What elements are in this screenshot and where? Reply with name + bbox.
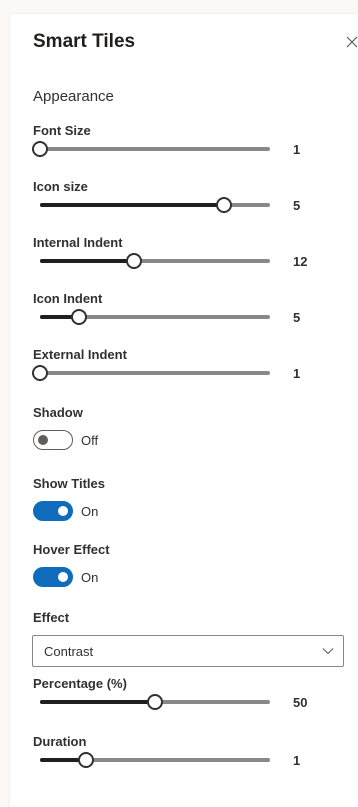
icon-indent-slider[interactable] [32,309,302,325]
hover-effect-toggle[interactable] [33,567,73,587]
icon-indent-value: 5 [293,310,301,325]
effect-dropdown[interactable]: Contrast [32,635,344,667]
toggle-knob [58,572,68,582]
percentage-label: Percentage (%) [33,676,127,691]
show-titles-toggle[interactable] [33,501,73,521]
hover-effect-toggle-row: On [33,567,98,587]
slider-fill [40,700,155,704]
slider-thumb[interactable] [78,752,94,768]
hover-effect-label: Hover Effect [33,542,110,557]
percentage-slider[interactable] [32,694,302,710]
icon-indent-label: Icon Indent [33,291,103,306]
internal-indent-value: 12 [293,254,308,269]
toggle-knob [38,435,48,445]
show-titles-label: Show Titles [33,476,105,491]
shadow-label: Shadow [33,405,83,420]
percentage-value: 50 [293,695,308,710]
external-indent-slider[interactable] [32,365,302,381]
icon-size-label: Icon size [33,179,88,194]
duration-slider[interactable] [32,752,302,768]
slider-fill [40,259,135,263]
internal-indent-label: Internal Indent [33,235,123,250]
shadow-toggle-row: Off [33,430,98,450]
close-button[interactable] [344,31,358,53]
external-indent-label: External Indent [33,347,127,362]
section-heading-appearance: Appearance [33,88,114,105]
internal-indent-slider[interactable] [32,253,302,269]
show-titles-toggle-state: On [81,503,99,519]
toggle-knob [58,506,68,516]
duration-value: 1 [293,753,301,768]
slider-track [40,147,270,151]
slider-thumb[interactable] [126,253,143,269]
shadow-toggle[interactable] [33,430,73,450]
effect-dropdown-value: Contrast [44,644,94,659]
effect-label: Effect [33,610,70,625]
slider-thumb[interactable] [147,694,163,710]
slider-track [40,371,270,375]
icon-size-value: 5 [293,198,301,213]
chevron-down-icon [322,647,334,655]
slider-thumb[interactable] [32,141,48,157]
font-size-value: 1 [293,142,301,157]
settings-panel: Smart Tiles Appearance Font Size 1 Icon … [10,14,358,807]
slider-thumb[interactable] [71,309,88,325]
font-size-slider[interactable] [32,141,302,157]
slider-fill [40,203,224,207]
slider-thumb[interactable] [216,197,232,213]
hover-effect-toggle-state: On [81,569,99,585]
shadow-toggle-state: Off [81,432,99,448]
duration-label: Duration [33,734,87,749]
close-icon [344,31,358,53]
font-size-label: Font Size [33,123,91,138]
external-indent-value: 1 [293,366,301,381]
panel-title: Smart Tiles [33,31,136,52]
slider-thumb[interactable] [32,365,48,381]
show-titles-toggle-row: On [33,501,98,521]
icon-size-slider[interactable] [32,197,302,213]
